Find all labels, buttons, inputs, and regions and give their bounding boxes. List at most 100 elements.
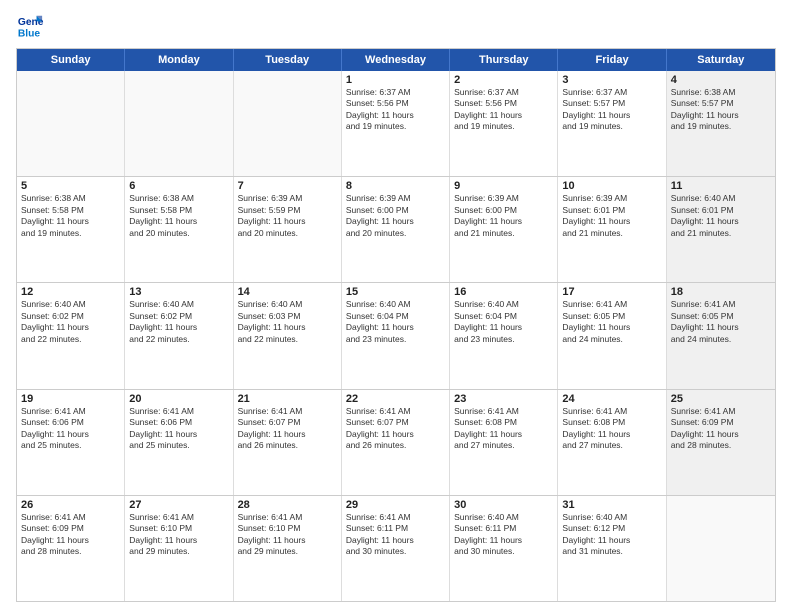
day-number: 3 [562, 74, 661, 86]
header-cell-thursday: Thursday [450, 49, 558, 71]
day-detail: Sunrise: 6:39 AM Sunset: 5:59 PM Dayligh… [238, 193, 337, 239]
week-row-2: 12 Sunrise: 6:40 AM Sunset: 6:02 PM Dayli… [17, 283, 775, 389]
day-detail: Sunrise: 6:41 AM Sunset: 6:08 PM Dayligh… [562, 406, 661, 452]
day-cell-9: 9Sunrise: 6:39 AM Sunset: 6:00 PM Daylig… [450, 177, 558, 282]
day-number: 20 [129, 393, 228, 405]
day-detail: Sunrise: 6:40 AM Sunset: 6:04 PM Dayligh… [454, 299, 553, 345]
day-detail: Sunrise: 6:41 AM Sunset: 6:05 PM Dayligh… [562, 299, 661, 345]
day-number: 12 [21, 286, 120, 298]
calendar: SundayMondayTuesdayWednesdayThursdayFrid… [16, 48, 776, 602]
day-cell-15: 15Sunrise: 6:40 AM Sunset: 6:04 PM Dayli… [342, 283, 450, 388]
day-detail: Sunrise: 6:41 AM Sunset: 6:09 PM Dayligh… [671, 406, 771, 452]
day-detail: Sunrise: 6:38 AM Sunset: 5:58 PM Dayligh… [21, 193, 120, 239]
day-number: 6 [129, 180, 228, 192]
day-detail: Sunrise: 6:39 AM Sunset: 6:01 PM Dayligh… [562, 193, 661, 239]
day-detail: Sunrise: 6:40 AM Sunset: 6:03 PM Dayligh… [238, 299, 337, 345]
day-cell-7: 7Sunrise: 6:39 AM Sunset: 5:59 PM Daylig… [234, 177, 342, 282]
day-cell-28: 28Sunrise: 6:41 AM Sunset: 6:10 PM Dayli… [234, 496, 342, 601]
day-cell-30: 30Sunrise: 6:40 AM Sunset: 6:11 PM Dayli… [450, 496, 558, 601]
day-detail: Sunrise: 6:41 AM Sunset: 6:10 PM Dayligh… [238, 512, 337, 558]
day-detail: Sunrise: 6:40 AM Sunset: 6:11 PM Dayligh… [454, 512, 553, 558]
day-detail: Sunrise: 6:37 AM Sunset: 5:56 PM Dayligh… [346, 87, 445, 133]
day-cell-1: 1Sunrise: 6:37 AM Sunset: 5:56 PM Daylig… [342, 71, 450, 176]
day-number: 9 [454, 180, 553, 192]
day-number: 8 [346, 180, 445, 192]
week-row-0: 1Sunrise: 6:37 AM Sunset: 5:56 PM Daylig… [17, 71, 775, 177]
day-number: 16 [454, 286, 553, 298]
header: General Blue [16, 12, 776, 40]
page: General Blue SundayMondayTuesdayWednesda… [0, 0, 792, 612]
day-cell-13: 13Sunrise: 6:40 AM Sunset: 6:02 PM Dayli… [125, 283, 233, 388]
day-cell-10: 10Sunrise: 6:39 AM Sunset: 6:01 PM Dayli… [558, 177, 666, 282]
day-number: 10 [562, 180, 661, 192]
day-number: 27 [129, 499, 228, 511]
day-number: 29 [346, 499, 445, 511]
logo-icon: General Blue [16, 12, 44, 40]
day-number: 25 [671, 393, 771, 405]
day-detail: Sunrise: 6:41 AM Sunset: 6:07 PM Dayligh… [238, 406, 337, 452]
day-cell-31: 31Sunrise: 6:40 AM Sunset: 6:12 PM Dayli… [558, 496, 666, 601]
day-detail: Sunrise: 6:40 AM Sunset: 6:01 PM Dayligh… [671, 193, 771, 239]
day-number: 30 [454, 499, 553, 511]
empty-cell [125, 71, 233, 176]
day-cell-14: 14Sunrise: 6:40 AM Sunset: 6:03 PM Dayli… [234, 283, 342, 388]
day-number: 7 [238, 180, 337, 192]
day-detail: Sunrise: 6:41 AM Sunset: 6:06 PM Dayligh… [21, 406, 120, 452]
day-number: 19 [21, 393, 120, 405]
day-detail: Sunrise: 6:39 AM Sunset: 6:00 PM Dayligh… [454, 193, 553, 239]
day-cell-23: 23Sunrise: 6:41 AM Sunset: 6:08 PM Dayli… [450, 390, 558, 495]
day-detail: Sunrise: 6:38 AM Sunset: 5:58 PM Dayligh… [129, 193, 228, 239]
day-number: 28 [238, 499, 337, 511]
day-detail: Sunrise: 6:41 AM Sunset: 6:10 PM Dayligh… [129, 512, 228, 558]
header-cell-tuesday: Tuesday [234, 49, 342, 71]
day-cell-19: 19Sunrise: 6:41 AM Sunset: 6:06 PM Dayli… [17, 390, 125, 495]
day-number: 13 [129, 286, 228, 298]
day-number: 5 [21, 180, 120, 192]
week-row-3: 19Sunrise: 6:41 AM Sunset: 6:06 PM Dayli… [17, 390, 775, 496]
day-cell-24: 24Sunrise: 6:41 AM Sunset: 6:08 PM Dayli… [558, 390, 666, 495]
day-cell-6: 6Sunrise: 6:38 AM Sunset: 5:58 PM Daylig… [125, 177, 233, 282]
day-number: 24 [562, 393, 661, 405]
week-row-1: 5Sunrise: 6:38 AM Sunset: 5:58 PM Daylig… [17, 177, 775, 283]
day-cell-11: 11Sunrise: 6:40 AM Sunset: 6:01 PM Dayli… [667, 177, 775, 282]
day-cell-27: 27Sunrise: 6:41 AM Sunset: 6:10 PM Dayli… [125, 496, 233, 601]
day-detail: Sunrise: 6:41 AM Sunset: 6:07 PM Dayligh… [346, 406, 445, 452]
empty-cell [17, 71, 125, 176]
header-cell-saturday: Saturday [667, 49, 775, 71]
empty-cell [667, 496, 775, 601]
day-number: 17 [562, 286, 661, 298]
day-detail: Sunrise: 6:41 AM Sunset: 6:09 PM Dayligh… [21, 512, 120, 558]
day-detail: Sunrise: 6:37 AM Sunset: 5:57 PM Dayligh… [562, 87, 661, 133]
day-detail: Sunrise: 6:39 AM Sunset: 6:00 PM Dayligh… [346, 193, 445, 239]
header-cell-wednesday: Wednesday [342, 49, 450, 71]
day-number: 4 [671, 74, 771, 86]
empty-cell [234, 71, 342, 176]
day-cell-21: 21Sunrise: 6:41 AM Sunset: 6:07 PM Dayli… [234, 390, 342, 495]
day-cell-5: 5Sunrise: 6:38 AM Sunset: 5:58 PM Daylig… [17, 177, 125, 282]
day-number: 31 [562, 499, 661, 511]
day-detail: Sunrise: 6:40 AM Sunset: 6:02 PM Dayligh… [129, 299, 228, 345]
header-cell-monday: Monday [125, 49, 233, 71]
svg-text:Blue: Blue [18, 28, 41, 39]
header-cell-friday: Friday [558, 49, 666, 71]
day-number: 15 [346, 286, 445, 298]
day-cell-25: 25Sunrise: 6:41 AM Sunset: 6:09 PM Dayli… [667, 390, 775, 495]
day-cell-18: 18Sunrise: 6:41 AM Sunset: 6:05 PM Dayli… [667, 283, 775, 388]
day-cell-12: 12Sunrise: 6:40 AM Sunset: 6:02 PM Dayli… [17, 283, 125, 388]
day-cell-2: 2Sunrise: 6:37 AM Sunset: 5:56 PM Daylig… [450, 71, 558, 176]
day-detail: Sunrise: 6:40 AM Sunset: 6:12 PM Dayligh… [562, 512, 661, 558]
day-number: 11 [671, 180, 771, 192]
day-detail: Sunrise: 6:41 AM Sunset: 6:08 PM Dayligh… [454, 406, 553, 452]
day-cell-22: 22Sunrise: 6:41 AM Sunset: 6:07 PM Dayli… [342, 390, 450, 495]
day-number: 21 [238, 393, 337, 405]
day-cell-29: 29Sunrise: 6:41 AM Sunset: 6:11 PM Dayli… [342, 496, 450, 601]
day-cell-8: 8Sunrise: 6:39 AM Sunset: 6:00 PM Daylig… [342, 177, 450, 282]
day-cell-17: 17Sunrise: 6:41 AM Sunset: 6:05 PM Dayli… [558, 283, 666, 388]
header-cell-sunday: Sunday [17, 49, 125, 71]
day-detail: Sunrise: 6:37 AM Sunset: 5:56 PM Dayligh… [454, 87, 553, 133]
day-detail: Sunrise: 6:41 AM Sunset: 6:06 PM Dayligh… [129, 406, 228, 452]
calendar-body: 1Sunrise: 6:37 AM Sunset: 5:56 PM Daylig… [17, 71, 775, 601]
day-number: 26 [21, 499, 120, 511]
day-detail: Sunrise: 6:41 AM Sunset: 6:05 PM Dayligh… [671, 299, 771, 345]
day-number: 2 [454, 74, 553, 86]
